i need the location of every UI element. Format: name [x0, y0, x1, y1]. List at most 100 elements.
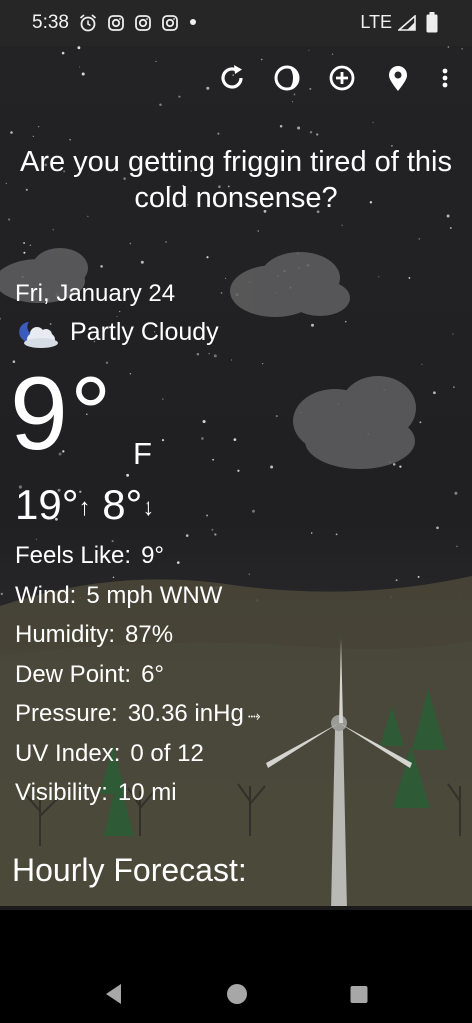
star	[433, 391, 436, 395]
star	[341, 224, 343, 226]
star	[310, 532, 313, 534]
detail-label: UV Index:	[15, 739, 121, 767]
star	[392, 463, 396, 466]
detail-value: 10 mi	[117, 779, 177, 806]
star	[395, 579, 398, 582]
detail-feels-like: Feels Like: 9°	[15, 537, 261, 577]
star	[452, 333, 454, 335]
back-icon[interactable]	[103, 980, 123, 1008]
alarm-icon	[79, 14, 97, 32]
detail-value: 30.36 inHg	[127, 700, 244, 727]
star	[214, 533, 217, 536]
current-temperature: 9°	[10, 356, 114, 472]
pressure-trend-icon: ⤑	[247, 708, 261, 725]
detail-visibility: Visibility: 10 mi	[15, 774, 261, 814]
battery-icon	[426, 12, 438, 33]
star	[0, 317, 2, 320]
star	[69, 138, 71, 141]
status-time: 5:38	[32, 12, 69, 33]
home-icon[interactable]	[225, 980, 249, 1008]
high-low-temps: 19°↑ 8°↓	[15, 480, 154, 533]
star	[32, 135, 34, 137]
star	[116, 315, 118, 317]
high-arrow-icon: ↑	[78, 493, 91, 521]
star	[208, 353, 210, 355]
star	[119, 310, 121, 313]
detail-uv-index: UV Index: 0 of 12	[15, 735, 261, 775]
toolbar	[0, 46, 472, 112]
star	[212, 458, 214, 461]
star	[233, 438, 237, 441]
instagram-icon	[135, 15, 151, 31]
star	[220, 291, 223, 294]
condition-text: Partly Cloudy	[70, 318, 219, 346]
star	[454, 491, 458, 495]
star	[52, 229, 54, 231]
location-pin-icon[interactable]	[381, 61, 415, 95]
refresh-icon[interactable]	[215, 61, 249, 95]
star	[408, 276, 411, 279]
overflow-menu-icon[interactable]	[432, 61, 458, 95]
star	[196, 352, 200, 356]
star	[10, 131, 13, 134]
star	[140, 260, 144, 264]
star	[344, 320, 347, 323]
detail-value: 6°	[141, 660, 165, 688]
instagram-icon	[108, 15, 124, 31]
star	[0, 592, 3, 596]
star	[453, 386, 455, 388]
star	[279, 125, 283, 128]
low-temp: 8°	[102, 481, 143, 528]
theme-icon[interactable]	[270, 61, 304, 95]
star	[23, 251, 26, 254]
star	[316, 133, 319, 136]
headline: Are you getting friggin tired of this co…	[19, 146, 452, 214]
status-bar: 5:38 LTE	[0, 0, 472, 46]
detail-label: Pressure:	[15, 700, 118, 727]
detail-value: 87%	[125, 621, 174, 648]
star	[449, 227, 452, 229]
star	[456, 545, 458, 548]
detail-label: Dew Point:	[15, 660, 132, 688]
detail-label: Wind:	[15, 581, 77, 609]
star	[161, 438, 165, 442]
star	[417, 575, 420, 578]
detail-dew-point: Dew Point: 6°	[15, 656, 261, 696]
signal-icon	[398, 15, 416, 31]
star	[126, 473, 130, 477]
detail-humidity: Humidity: 87%	[15, 616, 261, 656]
low-arrow-icon: ↓	[142, 493, 155, 521]
instagram-icon	[162, 15, 178, 31]
star	[100, 265, 103, 268]
star	[29, 244, 32, 246]
add-location-icon[interactable]	[325, 61, 359, 95]
star	[213, 354, 217, 358]
star	[311, 323, 314, 327]
star	[297, 126, 301, 130]
star	[419, 421, 422, 424]
hourly-forecast-heading: Hourly Forecast:	[12, 852, 247, 888]
star	[206, 514, 209, 517]
star	[201, 437, 204, 440]
star	[372, 121, 374, 124]
star	[5, 182, 7, 185]
star	[378, 276, 380, 278]
star	[23, 242, 25, 244]
star	[206, 256, 209, 259]
detail-value: 5 mph WNW	[86, 581, 223, 609]
star	[162, 398, 164, 400]
star	[436, 526, 439, 530]
star	[211, 528, 214, 531]
detail-value: 9°	[141, 542, 165, 569]
star	[225, 277, 227, 279]
star	[237, 469, 240, 472]
star	[7, 218, 11, 221]
star	[261, 362, 264, 365]
star	[335, 533, 338, 536]
star	[270, 465, 274, 469]
recents-icon[interactable]	[349, 980, 369, 1008]
star	[37, 125, 40, 128]
detail-wind: Wind: 5 mph WNW	[15, 577, 261, 617]
weather-details: Feels Like: 9° Wind: 5 mph WNW Humidity: 87…	[15, 537, 261, 814]
detail-label: Visibility:	[15, 779, 108, 806]
